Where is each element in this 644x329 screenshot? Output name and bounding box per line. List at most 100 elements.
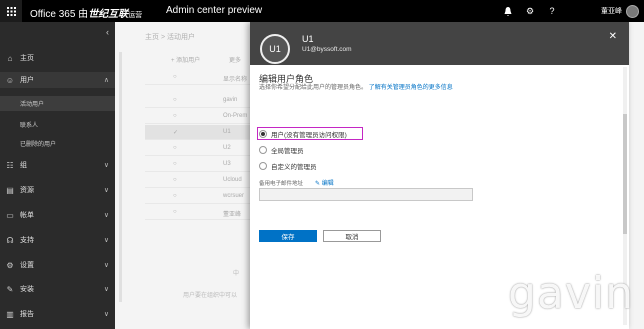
- brand-logo[interactable]: Office 365 由世纪互联运营: [30, 5, 142, 20]
- row-name: U1: [223, 129, 231, 135]
- avatar: [626, 4, 639, 18]
- resource-icon: ▤: [6, 185, 14, 195]
- sidebar-item-label: 用户: [20, 77, 34, 84]
- row-checkbox[interactable]: ○: [173, 161, 177, 167]
- waffle-icon: [6, 6, 16, 16]
- sidebar-item-setup[interactable]: ✎ 安装 ∨: [0, 281, 115, 297]
- radio-icon[interactable]: [259, 161, 267, 170]
- role-option-custom-admin[interactable]: 自定义的管理员: [259, 159, 317, 172]
- row-checkbox[interactable]: ○: [173, 113, 177, 119]
- app-launcher-button[interactable]: [0, 0, 22, 22]
- radio-selected-icon[interactable]: [259, 129, 267, 138]
- brand-prefix: Office 365 由: [30, 9, 89, 20]
- chevron-down-icon: ∨: [103, 212, 109, 219]
- user-icon: ☺: [5, 75, 15, 85]
- footer-text: 用户要在组织中可以: [183, 293, 238, 299]
- sidebar-item-label: 支持: [20, 237, 34, 244]
- row-name: U2: [223, 145, 231, 151]
- sidebar-item-resources[interactable]: ▤ 资源 ∨: [0, 182, 115, 198]
- sidebar-item-label: 主页: [20, 55, 34, 62]
- add-user-button[interactable]: + 添加用户: [171, 55, 200, 64]
- main-scrollbar[interactable]: [119, 52, 122, 302]
- user-name: 董亚峰: [601, 8, 622, 15]
- chevron-up-icon: ∧: [103, 77, 109, 84]
- group-icon: ☷: [6, 160, 14, 170]
- footer-char: 中: [233, 271, 240, 277]
- help-icon: ?: [549, 6, 555, 16]
- billing-icon: ▭: [6, 210, 14, 220]
- sidebar-subitem-contacts[interactable]: 联系人: [0, 117, 115, 132]
- sidebar-subitem-active-users[interactable]: 活动用户: [0, 96, 115, 111]
- edit-label: 编辑: [321, 181, 334, 187]
- radio-icon[interactable]: [259, 145, 267, 154]
- description-text: 选择你希望分配给此用户的管理员角色。: [259, 85, 368, 91]
- breadcrumb[interactable]: 主页 > 活动用户: [145, 32, 195, 42]
- sidebar-item-home[interactable]: ⌂ 主页: [0, 50, 115, 66]
- sidebar-item-billing[interactable]: ▭ 帐单 ∨: [0, 207, 115, 223]
- sidebar-subitem-deleted-users[interactable]: 已删除的用户: [0, 136, 115, 151]
- panel-scrollbar-thumb[interactable]: [623, 114, 627, 234]
- sidebar-item-label: 安装: [20, 286, 34, 293]
- settings-button[interactable]: ⚙: [520, 0, 540, 22]
- role-option-user[interactable]: 用户(没有管理员访问权限): [259, 127, 347, 140]
- chevron-down-icon: ∨: [103, 262, 109, 269]
- role-option-global-admin[interactable]: 全局管理员: [259, 143, 304, 156]
- home-icon: ⌂: [7, 53, 13, 63]
- sidebar-item-label: 设置: [20, 262, 34, 269]
- user-display-name: U1: [302, 34, 314, 44]
- chevron-down-icon: ∨: [103, 237, 109, 244]
- app-title: Admin center preview: [166, 5, 263, 16]
- wrench-icon: ✎: [6, 284, 14, 294]
- top-bar: Office 365 由世纪互联运营 Admin center preview …: [0, 0, 644, 22]
- user-menu[interactable]: 董亚峰: [601, 0, 639, 22]
- row-checkbox[interactable]: ○: [173, 193, 177, 199]
- role-label: 自定义的管理员: [271, 163, 317, 171]
- learn-more-link[interactable]: 了解有关管理员角色的更多信息: [369, 85, 453, 91]
- chevron-left-icon[interactable]: ‹: [106, 27, 109, 37]
- bell-icon: [504, 6, 512, 16]
- gear-icon: ⚙: [525, 5, 535, 16]
- notifications-button[interactable]: [498, 0, 518, 22]
- select-all-checkbox[interactable]: ○: [173, 74, 177, 80]
- row-checkbox[interactable]: ○: [173, 209, 177, 215]
- row-name: wcrsuer: [223, 193, 245, 199]
- row-name: On-Prem: [223, 113, 248, 119]
- chart-icon: ▥: [6, 309, 14, 319]
- sidebar-item-label: 资源: [20, 187, 34, 194]
- save-button[interactable]: 保存: [259, 230, 317, 242]
- row-checkbox[interactable]: ○: [173, 145, 177, 151]
- row-checkbox[interactable]: ○: [173, 97, 177, 103]
- panel-header: U1 U1 U1@byssoft.com ✕: [250, 22, 629, 65]
- row-name: 董亚峰: [223, 212, 242, 218]
- chevron-down-icon: ∨: [103, 187, 109, 194]
- more-button[interactable]: 更多: [229, 55, 241, 64]
- row-name: Ucloud: [223, 177, 242, 183]
- row-name: U3: [223, 161, 231, 167]
- alternate-email-field[interactable]: [259, 188, 473, 201]
- sidebar-item-label: 帐单: [20, 212, 34, 219]
- help-button[interactable]: ?: [542, 0, 562, 22]
- row-checkbox[interactable]: ○: [173, 177, 177, 183]
- user-email: U1@byssoft.com: [302, 46, 352, 53]
- sidebar-item-label: 组: [20, 162, 27, 169]
- alternate-email-label: 备用电子邮件地址: [259, 181, 304, 187]
- role-label: 用户(没有管理员访问权限): [271, 131, 347, 139]
- sidebar-item-settings[interactable]: ⚙ 设置 ∨: [0, 257, 115, 273]
- watermark: gavin: [508, 268, 635, 319]
- chevron-down-icon: ∨: [103, 311, 109, 318]
- user-avatar: U1: [260, 34, 290, 64]
- sidebar-item-label: 报告: [20, 311, 34, 318]
- panel-description: 选择你希望分配给此用户的管理员角色。 了解有关管理员角色的更多信息: [259, 84, 499, 93]
- gear-icon: ⚙: [6, 260, 14, 270]
- column-header-display-name[interactable]: 显示名称: [223, 74, 247, 83]
- brand-suffix: 运营: [128, 12, 143, 19]
- sidebar-item-reports[interactable]: ▥ 报告 ∨: [0, 306, 115, 322]
- sidebar-item-support[interactable]: ☊ 支持 ∨: [0, 232, 115, 248]
- sidebar-item-users[interactable]: ☺ 用户 ∧: [0, 72, 115, 88]
- sidebar-item-groups[interactable]: ☷ 组 ∨: [0, 157, 115, 173]
- close-icon[interactable]: ✕: [609, 31, 617, 42]
- chevron-down-icon: ∨: [103, 286, 109, 293]
- checkmark-icon[interactable]: ✓: [173, 129, 178, 136]
- edit-link[interactable]: ✎ 编辑: [315, 178, 334, 187]
- cancel-button[interactable]: 取消: [323, 230, 381, 242]
